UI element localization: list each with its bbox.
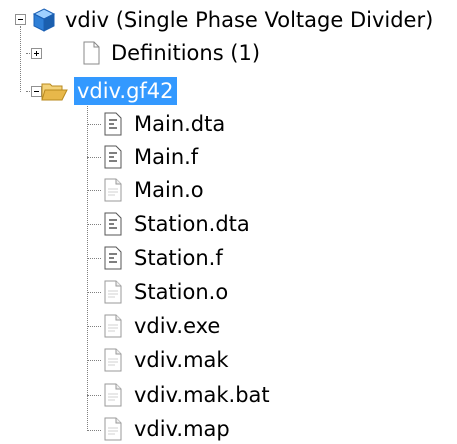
tree-node-file-label: Main.o (134, 178, 204, 202)
tree-node-file[interactable]: Main.o (101, 175, 207, 205)
tree-node-file-label: Main.f (134, 145, 199, 169)
blank-file-icon (104, 348, 122, 372)
tree-node-file-label: Station.f (134, 246, 223, 270)
project-cube-icon (32, 8, 56, 32)
tree-line-root (20, 26, 21, 92)
tree-line-file-8 (87, 395, 101, 396)
blank-file-icon (104, 178, 122, 202)
tree-line-file-6 (87, 326, 101, 327)
tree-node-file[interactable]: vdiv.mak (101, 345, 232, 375)
tree-node-file-label: Station.dta (134, 212, 250, 236)
tree-node-file[interactable]: vdiv.mak.bat (101, 380, 273, 410)
tree-node-definitions[interactable]: Definitions (1) (78, 38, 263, 68)
blank-file-icon (104, 280, 122, 304)
tree-line-file-7 (87, 360, 101, 361)
tree-line-file-3 (87, 224, 101, 225)
tree-node-file[interactable]: Main.dta (101, 109, 228, 139)
tree-line-files (87, 104, 88, 431)
blank-file-icon (104, 417, 122, 441)
tree-line-file-1 (87, 157, 101, 158)
blank-file-icon (104, 314, 122, 338)
definitions-expand-toggle[interactable] (31, 48, 42, 59)
tree-node-folder[interactable]: vdiv.gf42 (40, 76, 177, 106)
tree-line-file-2 (87, 190, 101, 191)
root-collapse-toggle[interactable] (15, 14, 26, 25)
tree-node-file-label: Main.dta (134, 112, 226, 136)
tree-line-file-9 (87, 430, 101, 431)
tree-node-root[interactable]: vdiv (Single Phase Voltage Divider) (32, 5, 436, 35)
tree-node-file[interactable]: Main.f (101, 142, 201, 172)
tree-node-file[interactable]: Station.o (101, 277, 231, 307)
tree-node-file-label: vdiv.exe (134, 314, 221, 338)
project-tree: vdiv (Single Phase Voltage Divider) Defi… (0, 0, 457, 442)
tree-line-file-4 (87, 258, 101, 259)
tree-node-file-label: vdiv.map (134, 417, 230, 441)
text-file-icon (104, 246, 122, 270)
blank-file-icon (104, 383, 122, 407)
tree-node-root-label: vdiv (Single Phase Voltage Divider) (65, 8, 434, 32)
tree-line-file-5 (87, 292, 101, 293)
text-file-icon (104, 212, 122, 236)
text-file-icon (104, 112, 122, 136)
tree-node-file[interactable]: vdiv.map (101, 414, 233, 444)
open-folder-icon (41, 83, 68, 101)
text-file-icon (104, 145, 122, 169)
tree-line-file-0 (87, 124, 101, 125)
tree-node-file[interactable]: Station.f (101, 243, 226, 273)
tree-node-definitions-label: Definitions (1) (111, 41, 261, 65)
tree-node-file-label: vdiv.mak.bat (134, 383, 270, 407)
tree-node-file[interactable]: vdiv.exe (101, 311, 223, 341)
tree-node-folder-label: vdiv.gf42 (74, 77, 177, 105)
tree-node-file-label: vdiv.mak (134, 348, 229, 372)
tree-node-file-label: Station.o (134, 280, 229, 304)
document-icon (83, 41, 100, 65)
tree-node-file[interactable]: Station.dta (101, 209, 253, 239)
